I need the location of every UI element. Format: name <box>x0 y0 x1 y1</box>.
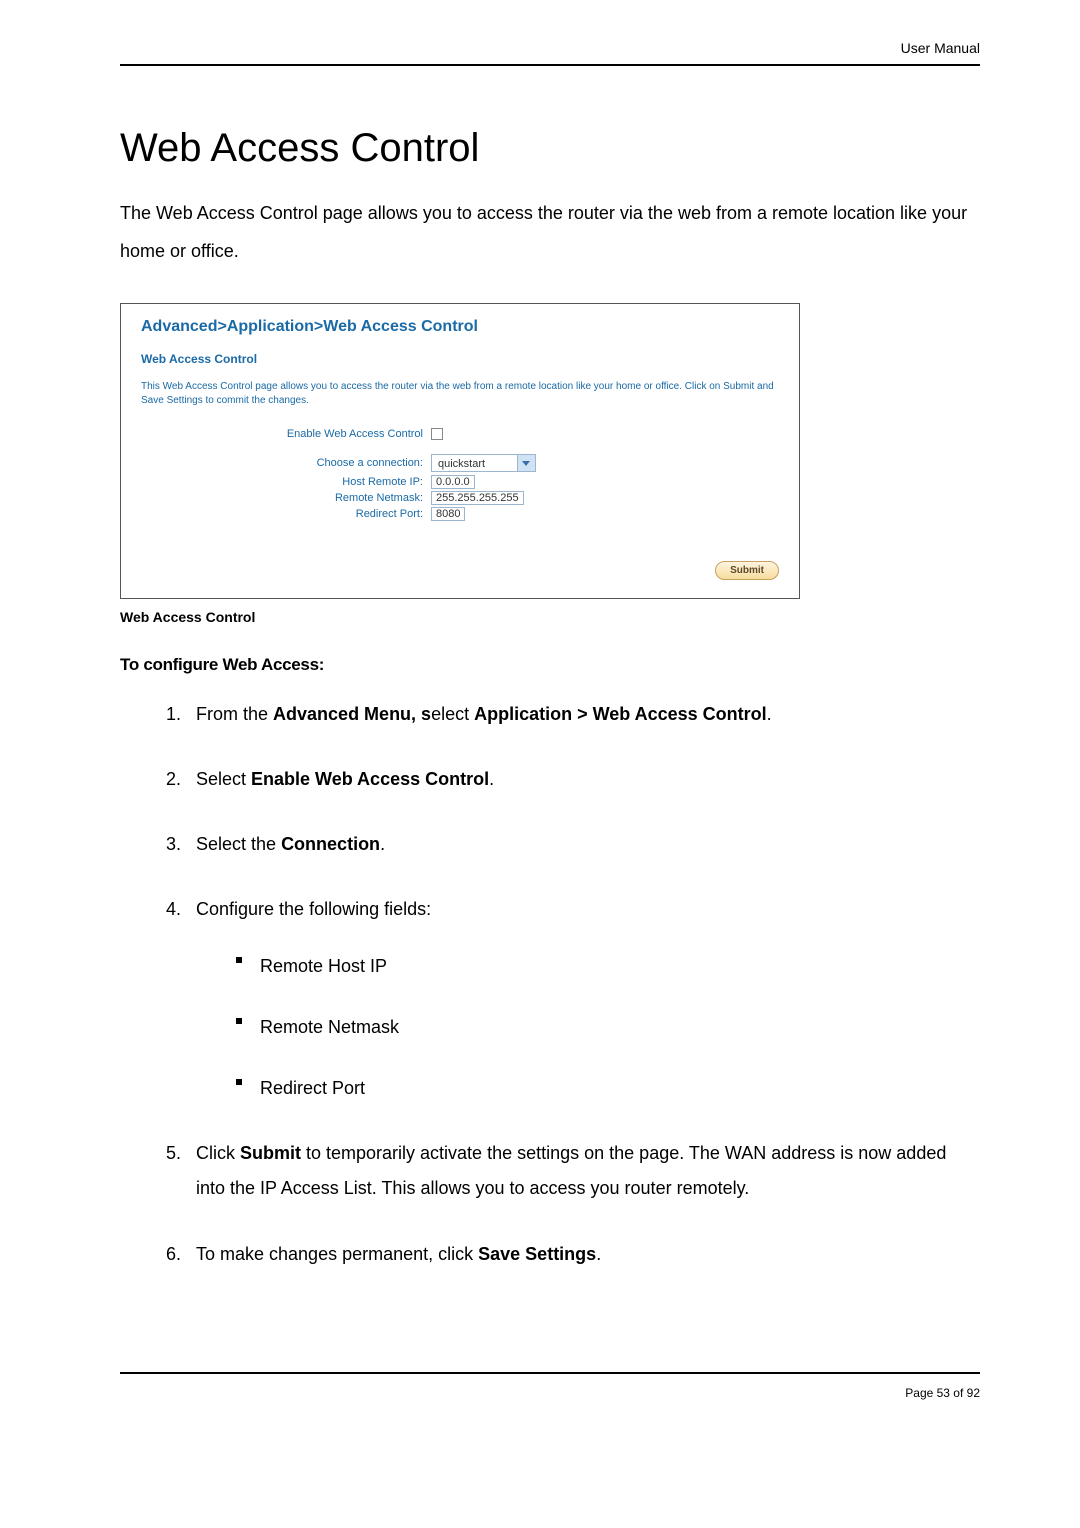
host-ip-input[interactable]: 0.0.0.0 <box>431 475 475 489</box>
steps-list: From the Advanced Menu, select Applicati… <box>120 697 980 1272</box>
step-1-bold2: Application > Web Access Control <box>474 704 767 724</box>
enable-label: Enable Web Access Control <box>141 428 431 440</box>
step-2: Select Enable Web Access Control. <box>186 762 980 797</box>
configure-heading: To configure Web Access: <box>120 655 980 675</box>
step-6-bold: Save Settings <box>478 1244 596 1264</box>
step-3-pre: Select the <box>196 834 281 854</box>
connection-select[interactable]: quickstart <box>431 454 536 472</box>
step-3-bold: Connection <box>281 834 380 854</box>
netmask-input[interactable]: 255.255.255.255 <box>431 491 524 505</box>
netmask-label: Remote Netmask: <box>141 492 431 504</box>
intro-paragraph: The Web Access Control page allows you t… <box>120 195 980 271</box>
step-5: Click Submit to temporarily activate the… <box>186 1136 980 1206</box>
enable-row: Enable Web Access Control <box>141 428 779 440</box>
step-5-bold: Submit <box>240 1143 301 1163</box>
submit-wrap: Submit <box>141 560 779 580</box>
step-1-post: . <box>767 704 772 724</box>
step-5-pre: Click <box>196 1143 240 1163</box>
screenshot-description: This Web Access Control page allows you … <box>141 380 779 408</box>
breadcrumb: Advanced>Application>Web Access Control <box>141 318 779 336</box>
choose-label: Choose a connection: <box>141 457 431 469</box>
port-row: Redirect Port: 8080 <box>141 508 779 520</box>
step-2-post: . <box>489 769 494 789</box>
step-3: Select the Connection. <box>186 827 980 862</box>
step-1-mid: elect <box>431 704 474 724</box>
step-5-post: to temporarily activate the settings on … <box>196 1143 946 1198</box>
choose-row: Choose a connection: quickstart <box>141 454 779 472</box>
host-ip-label: Host Remote IP: <box>141 476 431 488</box>
page-title: Web Access Control <box>120 126 980 171</box>
step-2-pre: Select <box>196 769 251 789</box>
step-1: From the Advanced Menu, select Applicati… <box>186 697 980 732</box>
host-ip-row: Host Remote IP: 0.0.0.0 <box>141 476 779 488</box>
figure-caption: Web Access Control <box>120 609 980 625</box>
sub-redirect-port: Redirect Port <box>236 1071 980 1106</box>
step-3-post: . <box>380 834 385 854</box>
connection-value: quickstart <box>432 455 517 471</box>
step-1-bold1: Advanced Menu, s <box>273 704 431 724</box>
netmask-row: Remote Netmask: 255.255.255.255 <box>141 492 779 504</box>
sub-remote-netmask: Remote Netmask <box>236 1010 980 1045</box>
step-4-text: Configure the following fields: <box>196 899 431 919</box>
port-input[interactable]: 8080 <box>431 507 465 521</box>
step-6-pre: To make changes permanent, click <box>196 1244 478 1264</box>
header-right: User Manual <box>120 40 980 64</box>
enable-checkbox[interactable] <box>431 428 443 440</box>
port-label: Redirect Port: <box>141 508 431 520</box>
header-rule <box>120 64 980 66</box>
step-1-pre: From the <box>196 704 273 724</box>
chevron-down-icon <box>517 455 535 471</box>
step-6-post: . <box>596 1244 601 1264</box>
step-2-bold: Enable Web Access Control <box>251 769 489 789</box>
step-6: To make changes permanent, click Save Se… <box>186 1237 980 1272</box>
embedded-screenshot: Advanced>Application>Web Access Control … <box>120 303 800 599</box>
step-4-sublist: Remote Host IP Remote Netmask Redirect P… <box>236 949 980 1106</box>
submit-button[interactable]: Submit <box>715 561 779 580</box>
footer-rule <box>120 1372 980 1374</box>
page-number: Page 53 of 92 <box>120 1386 980 1400</box>
sub-remote-host-ip: Remote Host IP <box>236 949 980 984</box>
screenshot-section-title: Web Access Control <box>141 352 779 366</box>
step-4: Configure the following fields: Remote H… <box>186 892 980 1106</box>
